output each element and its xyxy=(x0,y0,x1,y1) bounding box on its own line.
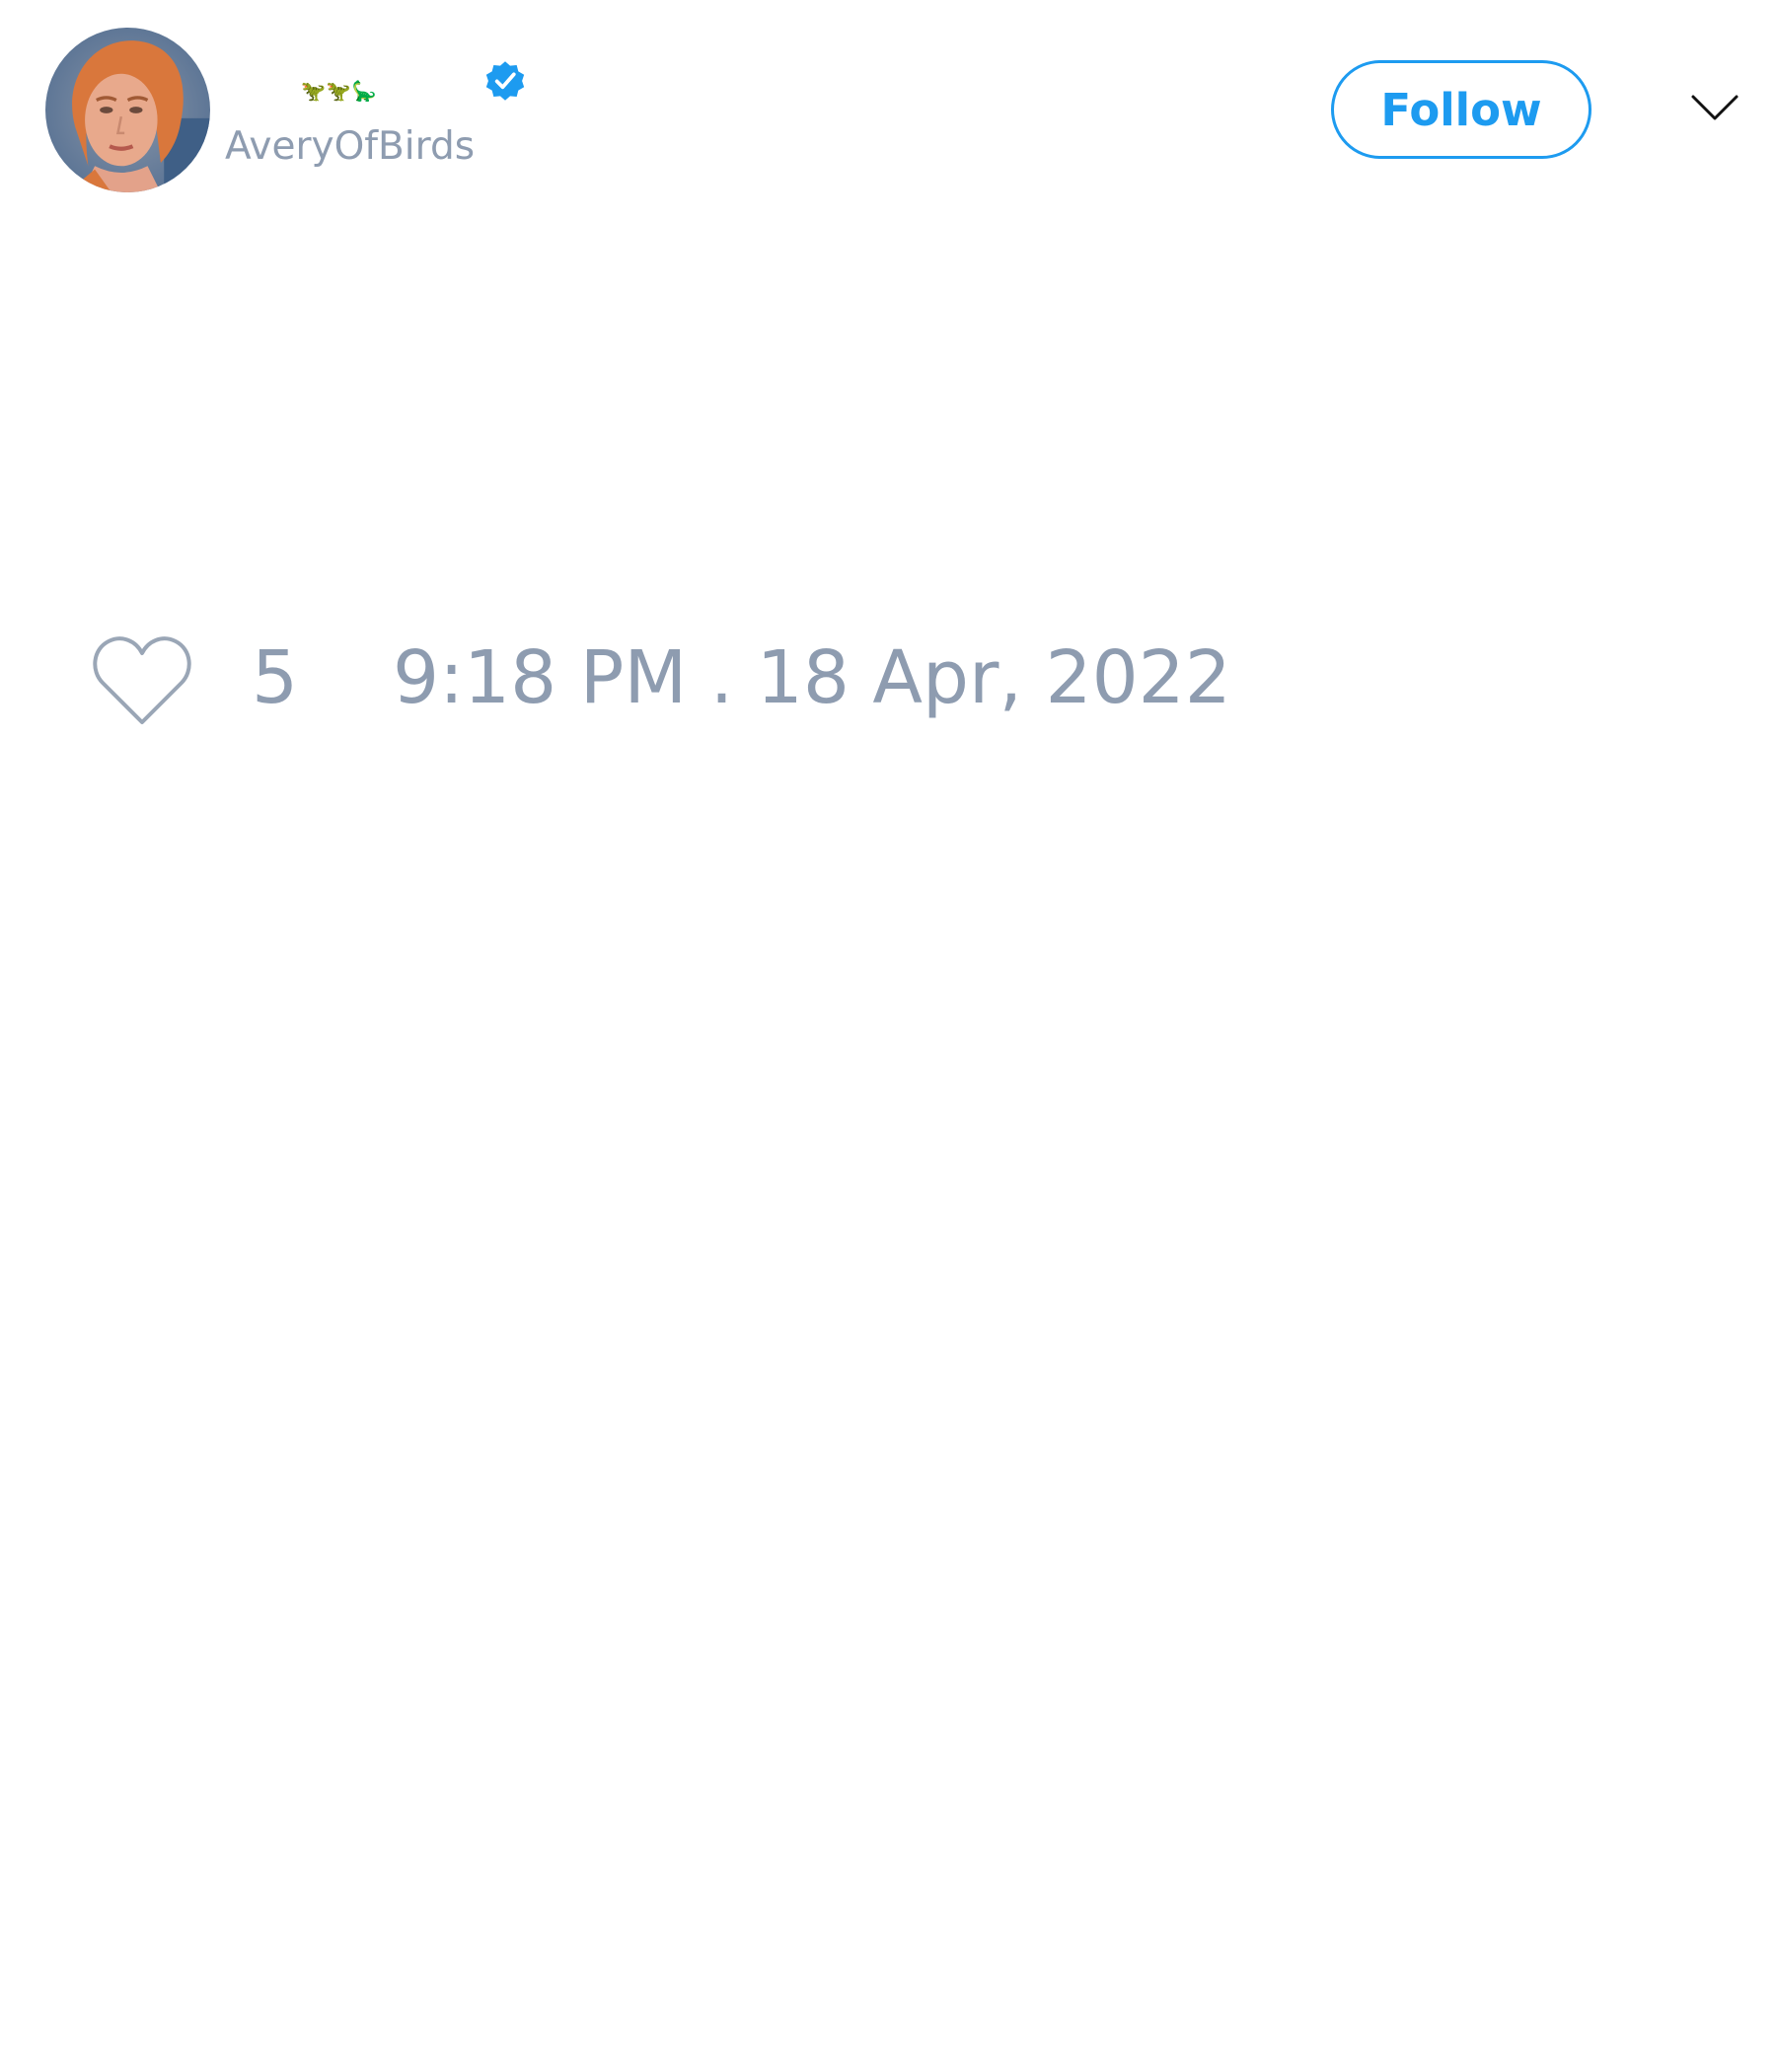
verified-badge-icon xyxy=(481,56,530,106)
tweet-timestamp[interactable]: 9:18 PM . 18 Apr, 2022 xyxy=(393,641,1231,714)
avatar-photo-icon xyxy=(45,28,210,192)
display-name-emoji: 🦖🦖🦕 xyxy=(301,79,378,103)
tweet-card: 🦖🦖🦕 AveryOfBirds Follow 5 9:18 PM . 18 A… xyxy=(0,0,1776,2072)
author-handle[interactable]: AveryOfBirds xyxy=(225,125,475,169)
chevron-down-icon[interactable] xyxy=(1689,91,1740,126)
like-count: 5 xyxy=(252,635,299,720)
author-avatar[interactable] xyxy=(45,28,210,192)
follow-button[interactable]: Follow xyxy=(1331,60,1591,159)
heart-outline-icon[interactable] xyxy=(89,631,195,730)
tweet-footer: 5 9:18 PM . 18 Apr, 2022 xyxy=(0,631,1776,740)
